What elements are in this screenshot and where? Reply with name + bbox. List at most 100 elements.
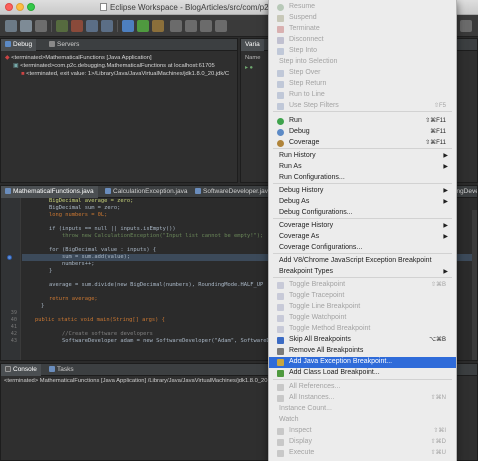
navigate-forward-icon[interactable] [215, 20, 227, 32]
minimize-window-button[interactable] [16, 3, 24, 11]
menu-item-add-class-load-breakpoint[interactable]: Add Class Load Breakpoint... [269, 368, 456, 379]
menu-item-toggle-method-breakpoint[interactable]: Toggle Method Breakpoint [269, 324, 456, 335]
menu-item-label: Suspend [289, 14, 317, 21]
menu-item-shortcut: ⇧⌘N [430, 395, 446, 401]
menu-item-debug-history[interactable]: Debug History ▶ [269, 186, 456, 197]
new-icon[interactable] [5, 20, 17, 32]
menu-item-step-into-selection[interactable]: Step into Selection [269, 57, 456, 68]
step-over-icon[interactable] [101, 20, 113, 32]
tab-variables[interactable]: Varia [241, 39, 264, 51]
menu-item-instance-count[interactable]: Instance Count... [269, 404, 456, 415]
menu-item-add-v8-chrome-javascript-exception-breakpoint[interactable]: Add V8/Chrome JavaScript Exception Break… [269, 256, 456, 267]
debug-tree-item[interactable]: ◆ <terminated>MathematicalFunctions [Jav… [5, 55, 152, 61]
step-into-icon[interactable] [86, 20, 98, 32]
variable-row-icon[interactable]: ▸ ● [245, 65, 253, 71]
menu-item-suspend[interactable]: Suspend [269, 13, 456, 24]
tab-servers[interactable]: Servers [45, 39, 83, 51]
run-icon[interactable] [137, 20, 149, 32]
menu-item-toggle-breakpoint[interactable]: Toggle Breakpoint ⇧⌘B [269, 280, 456, 291]
menu-item-label: Add V8/Chrome JavaScript Exception Break… [279, 257, 432, 264]
run-to-line-icon [277, 92, 284, 99]
document-icon [100, 3, 107, 11]
menu-item-label: Execute [289, 449, 315, 456]
debug-tree-item[interactable]: ■ <terminated, exit value: 1>/Library/Ja… [21, 71, 229, 77]
debug-icon [277, 129, 284, 136]
maximize-window-button[interactable] [27, 3, 35, 11]
code-line: numbers++; [49, 261, 95, 267]
menu-item-skip-all-breakpoints[interactable]: Skip All Breakpoints ⌥⌘B [269, 335, 456, 346]
search-icon[interactable] [185, 20, 197, 32]
menu-item-add-java-exception-breakpoint[interactable]: Add Java Exception Breakpoint... [269, 357, 456, 368]
menu-item-run-as[interactable]: Run As ▶ [269, 162, 456, 173]
menu-item-shortcut: ⌥⌘B [429, 337, 446, 343]
menu-item-step-return[interactable]: Step Return [269, 79, 456, 90]
menu-item-disconnect[interactable]: Disconnect [269, 35, 456, 46]
close-window-button[interactable] [5, 3, 13, 11]
menu-item-toggle-watchpoint[interactable]: Toggle Watchpoint [269, 313, 456, 324]
perspective-icon[interactable] [460, 20, 472, 32]
menu-item-label: Step into Selection [279, 58, 338, 65]
menu-item-display[interactable]: Display ⇧⌘D [269, 437, 456, 448]
menu-item-debug-as[interactable]: Debug As ▶ [269, 197, 456, 208]
toolbar-separator [117, 20, 118, 32]
menu-item-shortcut: ⇧⌘F11 [425, 140, 446, 146]
menu-item-resume[interactable]: Resume [269, 2, 456, 13]
line-number: 40 [10, 317, 17, 323]
suspend-icon [277, 15, 284, 22]
tab-calculation-exception[interactable]: CalculationException.java [101, 186, 191, 198]
menu-item-run[interactable]: Run ⇧⌘F11 [269, 116, 456, 127]
menu-item-shortcut: ⇧⌘U [430, 450, 446, 456]
menu-item-label: Add Java Exception Breakpoint... [289, 358, 393, 365]
tab-mathematical-functions[interactable]: MathematicalFunctions.java [1, 186, 98, 198]
menu-item-run-history[interactable]: Run History ▶ [269, 151, 456, 162]
code-line: public static void main(String[] args) { [35, 317, 165, 323]
open-type-icon[interactable] [170, 20, 182, 32]
menu-item-label: Resume [289, 3, 316, 10]
coverage-icon [277, 140, 284, 147]
coverage-icon[interactable] [152, 20, 164, 32]
menu-item-all-references[interactable]: All References... [269, 382, 456, 393]
debug-icon[interactable] [122, 20, 134, 32]
code-line: throw new CalculationException("Input li… [49, 233, 264, 239]
all-references-icon [277, 384, 284, 391]
code-line: return average; [49, 296, 98, 302]
code-line: for (BigDecimal value : inputs) { [49, 247, 157, 253]
menu-item-step-over[interactable]: Step Over [269, 68, 456, 79]
debug-tree-item[interactable]: ▣ <terminated>com.p2c.debugging.Mathemat… [13, 63, 215, 69]
tab-software-developer[interactable]: SoftwareDeveloper.java [191, 186, 276, 198]
tab-tasks[interactable]: Tasks [45, 364, 78, 376]
menu-item-inspect[interactable]: Inspect ⇧⌘I [269, 426, 456, 437]
save-icon[interactable] [20, 20, 32, 32]
menu-item-terminate[interactable]: Terminate [269, 24, 456, 35]
code-line: average = sum.divide(new BigDecimal(numb… [49, 282, 264, 288]
menu-item-debug[interactable]: Debug ⌘F11 [269, 127, 456, 138]
menu-item-run-to-line[interactable]: Run to Line [269, 90, 456, 101]
menu-item-label: Toggle Tracepoint [289, 292, 345, 299]
menu-item-coverage-history[interactable]: Coverage History ▶ [269, 221, 456, 232]
menu-separator [273, 277, 452, 278]
tab-console[interactable]: Console [1, 364, 41, 376]
menu-item-watch[interactable]: Watch [269, 415, 456, 426]
menu-separator [273, 111, 452, 112]
terminate-icon[interactable] [71, 20, 83, 32]
use-step-filters-icon [277, 103, 284, 110]
menu-item-coverage-as[interactable]: Coverage As ▶ [269, 232, 456, 243]
menu-item-remove-all-breakpoints[interactable]: Remove All Breakpoints [269, 346, 456, 357]
resume-icon[interactable] [56, 20, 68, 32]
menu-item-step-into[interactable]: Step Into [269, 46, 456, 57]
menu-item-label: Use Step Filters [289, 102, 339, 109]
code-line: sum = sum.add(value); [49, 254, 131, 260]
add-java-exception-breakpoint-icon [277, 359, 284, 366]
menu-item-toggle-tracepoint[interactable]: Toggle Tracepoint [269, 291, 456, 302]
menu-item-execute[interactable]: Execute ⇧⌘U [269, 448, 456, 459]
menu-item-label: Terminate [289, 25, 320, 32]
menu-item-label: Run Configurations... [279, 174, 345, 181]
breakpoint-icon[interactable] [7, 255, 12, 260]
tab-debug[interactable]: Debug [1, 39, 37, 51]
navigate-back-icon[interactable] [200, 20, 212, 32]
menu-item-all-instances[interactable]: All Instances... ⇧⌘N [269, 393, 456, 404]
print-icon[interactable] [35, 20, 47, 32]
editor-scrollbar[interactable] [472, 210, 477, 360]
toolbar-separator [51, 20, 52, 32]
menu-item-toggle-line-breakpoint[interactable]: Toggle Line Breakpoint [269, 302, 456, 313]
